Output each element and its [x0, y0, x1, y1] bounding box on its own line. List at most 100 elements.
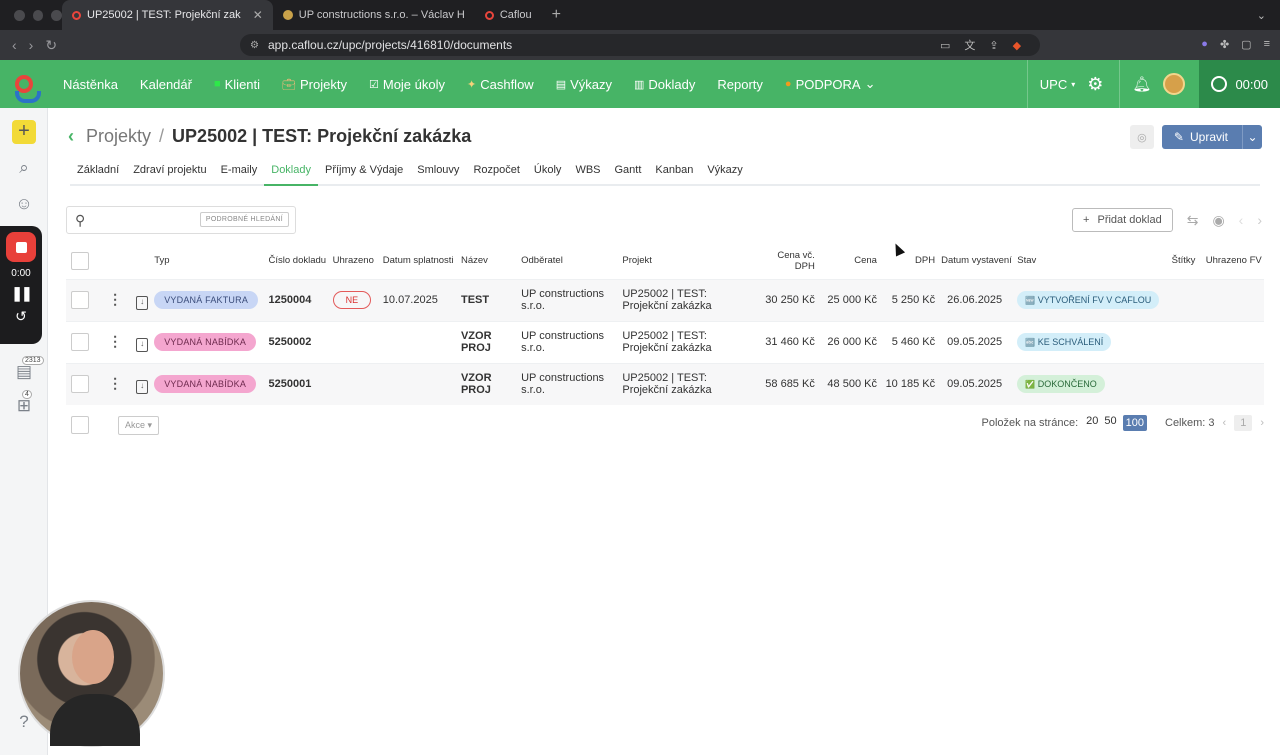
translate-icon[interactable]: 文 — [964, 37, 975, 53]
tab-8[interactable]: WBS — [568, 164, 607, 186]
breadcrumb-parent[interactable]: Projekty — [86, 126, 151, 147]
edit-dropdown-caret-icon[interactable]: ⌄ — [1242, 125, 1262, 149]
reload-icon[interactable]: ↻ — [45, 37, 57, 54]
nav-item-3[interactable]: 💼︎ Projekty — [271, 77, 358, 92]
site-info-icon[interactable]: ⚙ — [250, 40, 259, 51]
row-menu-icon[interactable]: ⋮ — [108, 333, 122, 349]
browser-tab-3[interactable]: Caflou — [475, 0, 542, 30]
tab-2[interactable]: E-maily — [214, 164, 265, 186]
edit-button[interactable]: ✎ Upravit ⌄ — [1161, 125, 1262, 149]
nav-item-6[interactable]: ▤ Výkazy — [545, 77, 623, 92]
search-icon[interactable]: ⌕ — [12, 158, 36, 182]
time-tracker[interactable]: 00:00 — [1199, 60, 1280, 108]
next-page-icon[interactable]: › — [1260, 417, 1264, 429]
status-badge[interactable]: 🆕 VYTVOŘENÍ FV V CAFLOU — [1017, 291, 1160, 309]
column-header[interactable]: Stav — [1017, 243, 1171, 279]
row-checkbox[interactable] — [71, 333, 89, 351]
customer[interactable]: UP constructions s.r.o. — [521, 278, 623, 321]
prev-page-icon[interactable]: ‹ — [1223, 417, 1227, 429]
documents-icon[interactable]: ▤ — [12, 362, 36, 386]
row-menu-icon[interactable]: ⋮ — [108, 291, 122, 307]
menu-icon[interactable]: ≡ — [1264, 38, 1270, 51]
tab-1[interactable]: Zdraví projektu — [126, 164, 213, 186]
notifications-bell-icon[interactable]: 🔔︎ — [1119, 60, 1163, 108]
add-document-button[interactable]: + Přidat doklad — [1072, 208, 1173, 232]
tab-9[interactable]: Gantt — [608, 164, 649, 186]
customer[interactable]: UP constructions s.r.o. — [521, 320, 623, 363]
column-header[interactable]: Typ — [154, 243, 268, 279]
tab-4[interactable]: Příjmy & Výdaje — [318, 164, 410, 186]
customer[interactable]: UP constructions s.r.o. — [521, 362, 623, 405]
table-row[interactable]: ⋮ ↓ VYDANÁ NABÍDKA 5250001 VZOR PROJ UP const… — [66, 362, 1264, 405]
nav-item-9[interactable]: ● PODPORA ⌄ — [774, 76, 887, 92]
status-badge[interactable]: 🔤 KE SCHVÁLENÍ — [1017, 333, 1112, 351]
column-header[interactable]: Projekt — [622, 243, 758, 279]
extension-icon[interactable]: ● — [1201, 38, 1208, 51]
brave-shield-icon[interactable]: ◆ — [1013, 39, 1021, 52]
row-menu-icon[interactable]: ⋮ — [108, 375, 122, 391]
tab-11[interactable]: Výkazy — [700, 164, 749, 186]
document-number[interactable]: 5250001 — [268, 362, 333, 405]
per-page-option[interactable]: 20 — [1086, 415, 1098, 431]
page-number[interactable]: 1 — [1234, 415, 1253, 431]
column-header[interactable]: Cena — [821, 243, 883, 279]
column-header[interactable]: Uhrazeno — [333, 243, 383, 279]
project[interactable]: UP25002 | TEST: Projekční zakázka — [622, 278, 759, 321]
project[interactable]: UP25002 | TEST: Projekční zakázka — [622, 362, 759, 405]
search-box[interactable]: ⚲ PODROBNÉ HLEDÁNÍ — [66, 206, 296, 234]
user-avatar[interactable] — [1163, 73, 1186, 95]
tab-0[interactable]: Základní — [70, 164, 126, 186]
document-name[interactable]: VZOR PROJ — [460, 362, 522, 405]
column-header[interactable]: Odběratel — [521, 243, 622, 279]
nav-item-0[interactable]: Nástěnka — [52, 77, 129, 92]
nav-item-5[interactable]: ✦ Cashflow — [456, 77, 545, 92]
column-header[interactable]: Uhrazeno FV — [1206, 243, 1264, 279]
project[interactable]: UP25002 | TEST: Projekční zakázka — [622, 320, 759, 363]
hide-eye-icon[interactable]: ◎ — [1129, 125, 1154, 149]
document-name[interactable]: TEST — [460, 278, 522, 321]
user-settings-icon[interactable]: ☺ — [12, 194, 36, 218]
back-chevron-icon[interactable]: ‹ — [68, 126, 74, 147]
download-document-icon[interactable]: ↓ — [136, 295, 149, 310]
per-page-option[interactable]: 100 — [1122, 415, 1147, 431]
column-header[interactable]: Datum splatnosti — [383, 243, 461, 279]
download-document-icon[interactable]: ↓ — [136, 337, 149, 352]
pause-icon[interactable]: ❚❚ — [11, 285, 33, 302]
bulk-actions-dropdown[interactable]: Akce ▾ — [118, 416, 160, 435]
company-switcher[interactable]: UPC ▾ — [1026, 60, 1087, 108]
stop-recording-button[interactable] — [6, 232, 36, 262]
nav-item-4[interactable]: ☑ Moje úkoly — [358, 77, 456, 92]
back-arrow-icon[interactable]: ‹ — [12, 37, 17, 54]
address-bar[interactable]: ⚙ app.caflou.cz/upc/projects/416810/docu… — [240, 34, 1040, 56]
nav-item-2[interactable]: ■ Klienti — [203, 77, 271, 92]
row-checkbox[interactable] — [71, 291, 89, 309]
document-number[interactable]: 1250004 — [268, 278, 333, 321]
filter-columns-icon[interactable]: ⇆ — [1187, 212, 1199, 229]
tab-list-chevron-icon[interactable]: ⌄ — [1257, 9, 1266, 22]
settings-gear-icon[interactable]: ⚙ — [1087, 74, 1119, 95]
browser-tab-2[interactable]: UP constructions s.r.o. – Václav H — [273, 0, 475, 30]
per-page-option[interactable]: 50 — [1104, 415, 1116, 431]
column-header[interactable]: Datum vystavení — [941, 243, 1017, 279]
extensions-puzzle-icon[interactable]: ✤ — [1220, 38, 1229, 51]
nav-item-1[interactable]: Kalendář — [129, 77, 203, 92]
select-all-footer-checkbox[interactable] — [71, 416, 89, 434]
browser-tab-1[interactable]: UP25002 | TEST: Projekční zak ✕ — [62, 0, 273, 30]
column-header[interactable]: Číslo dokladu — [269, 243, 333, 279]
forward-arrow-icon[interactable]: › — [29, 37, 34, 54]
nav-item-7[interactable]: ▥ Doklady — [623, 77, 706, 92]
caflou-logo[interactable] — [0, 60, 48, 108]
tab-5[interactable]: Smlouvy — [410, 164, 466, 186]
next-arrow-icon[interactable]: › — [1257, 212, 1262, 228]
cast-icon[interactable]: ▭ — [940, 39, 950, 52]
tab-3[interactable]: Doklady — [264, 164, 318, 186]
document-number[interactable]: 5250002 — [268, 320, 333, 363]
new-tab-icon[interactable]: + — [552, 6, 561, 24]
column-header[interactable]: Název — [461, 243, 521, 279]
table-row[interactable]: ⋮ ↓ VYDANÁ NABÍDKA 5250002 VZOR PROJ UP const… — [66, 320, 1264, 363]
tab-6[interactable]: Rozpočet — [466, 164, 526, 186]
add-task-icon[interactable]: ⊞ — [12, 396, 36, 420]
document-name[interactable]: VZOR PROJ — [460, 320, 522, 363]
restart-icon[interactable]: ↺ — [15, 308, 27, 325]
tab-7[interactable]: Úkoly — [527, 164, 569, 186]
